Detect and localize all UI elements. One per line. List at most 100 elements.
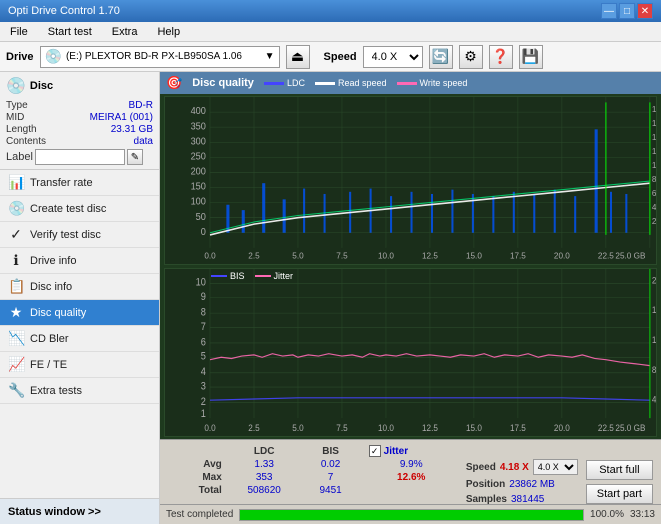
svg-text:10X: 10X: [652, 160, 656, 170]
speed-info-label: Speed: [466, 462, 496, 473]
drive-value: (E:) PLEXTOR BD-R PX-LB950SA 1.06: [66, 51, 242, 62]
legend-jitter: Jitter: [255, 271, 294, 281]
progress-bar: [239, 509, 584, 521]
svg-text:6: 6: [201, 337, 207, 349]
drive-dropdown-arrow[interactable]: ▼: [265, 51, 275, 62]
svg-text:0.0: 0.0: [204, 250, 216, 260]
nav-disc-quality[interactable]: ★ Disc quality: [0, 300, 159, 326]
position-label: Position: [466, 479, 505, 490]
disc-length-row: Length 23.31 GB: [6, 124, 153, 135]
bottom-status-bar: Test completed 100.0% 33:13: [160, 504, 661, 524]
svg-text:16X: 16X: [652, 118, 656, 128]
progress-bar-fill: [240, 510, 583, 520]
nav-drive-info[interactable]: ℹ Drive info: [0, 248, 159, 274]
maximize-button[interactable]: □: [619, 3, 635, 19]
svg-text:5.0: 5.0: [292, 250, 304, 260]
disc-info-icon: 📋: [8, 278, 24, 295]
stats-row-max: Max 353 7 12.6%: [168, 471, 458, 484]
speed-select[interactable]: 4.0 X 2.0 X 1.0 X: [363, 46, 423, 68]
disc-type-row: Type BD-R: [6, 100, 153, 111]
cd-bler-icon: 📉: [8, 330, 24, 347]
eject-button[interactable]: ⏏: [286, 45, 310, 69]
transfer-rate-icon: 📊: [8, 174, 24, 191]
minimize-button[interactable]: —: [601, 3, 617, 19]
disc-label-row: Label ✎: [6, 149, 153, 165]
main-layout: 💿 Disc Type BD-R MID MEIRA1 (001) Length…: [0, 72, 661, 524]
svg-text:150: 150: [191, 181, 206, 192]
svg-text:9: 9: [201, 291, 207, 303]
svg-text:22.5: 22.5: [598, 423, 614, 434]
position-value: 23862 MB: [509, 479, 555, 490]
start-part-button[interactable]: Start part: [586, 484, 653, 504]
drive-info-icon: ℹ: [8, 252, 24, 269]
svg-text:8%: 8%: [652, 364, 656, 375]
start-full-button[interactable]: Start full: [586, 460, 653, 480]
status-window-button[interactable]: Status window >>: [0, 498, 159, 524]
svg-text:300: 300: [191, 136, 206, 147]
stats-row-total: Total 508620 9451: [168, 484, 458, 497]
svg-text:2.5: 2.5: [248, 423, 259, 434]
svg-text:12%: 12%: [652, 334, 656, 345]
bottom-chart: BIS Jitter: [164, 268, 657, 437]
speed-label: Speed: [324, 51, 357, 63]
svg-text:10: 10: [196, 277, 207, 289]
svg-text:8X: 8X: [652, 174, 656, 184]
svg-text:1: 1: [201, 408, 207, 420]
disc-label-btn[interactable]: ✎: [127, 149, 143, 165]
svg-text:2X: 2X: [652, 216, 656, 226]
jitter-checkbox[interactable]: ✓: [369, 445, 381, 457]
menu-extra[interactable]: Extra: [106, 24, 144, 40]
disc-length-label: Length: [6, 124, 37, 135]
nav-fe-te[interactable]: 📈 FE / TE: [0, 352, 159, 378]
svg-text:10.0: 10.0: [378, 423, 394, 434]
svg-text:15.0: 15.0: [466, 250, 482, 260]
svg-text:0: 0: [201, 227, 206, 238]
col-ldc: LDC: [226, 444, 303, 458]
close-button[interactable]: ✕: [637, 3, 653, 19]
legend-write-speed: Write speed: [397, 78, 468, 88]
svg-text:200: 200: [191, 166, 206, 177]
disc-contents-label: Contents: [6, 136, 46, 147]
disc-label-input[interactable]: [35, 149, 125, 165]
nav-verify-test-disc[interactable]: ✓ Verify test disc: [0, 222, 159, 248]
nav-disc-info[interactable]: 📋 Disc info: [0, 274, 159, 300]
refresh-button[interactable]: 🔄: [429, 45, 453, 69]
svg-text:5.0: 5.0: [292, 423, 303, 434]
verify-test-disc-icon: ✓: [8, 226, 24, 243]
disc-panel-icon: 💿: [6, 76, 26, 96]
fe-te-icon: 📈: [8, 356, 24, 373]
disc-length-value: 23.31 GB: [111, 124, 153, 135]
disc-quality-header: 🎯 Disc quality LDC Read speed Write spee…: [160, 72, 661, 94]
svg-text:6X: 6X: [652, 188, 656, 198]
svg-text:100: 100: [191, 197, 206, 208]
jitter-label: Jitter: [384, 446, 408, 457]
svg-text:10.0: 10.0: [378, 250, 394, 260]
help-button[interactable]: ❓: [489, 45, 513, 69]
save-button[interactable]: 💾: [519, 45, 543, 69]
chart-legend-top: LDC Read speed Write speed: [264, 78, 467, 88]
disc-mid-row: MID MEIRA1 (001): [6, 112, 153, 123]
nav-items: 📊 Transfer rate 💿 Create test disc ✓ Ver…: [0, 170, 159, 404]
menu-file[interactable]: File: [4, 24, 34, 40]
extra-tests-icon: 🔧: [8, 382, 24, 399]
menu-help[interactable]: Help: [151, 24, 186, 40]
nav-cd-bler[interactable]: 📉 CD Bler: [0, 326, 159, 352]
settings-button[interactable]: ⚙: [459, 45, 483, 69]
nav-create-test-disc[interactable]: 💿 Create test disc: [0, 196, 159, 222]
jitter-legend-cell: ✓ Jitter: [359, 444, 458, 458]
progress-text: 100.0%: [590, 509, 624, 520]
bottom-chart-legend: BIS Jitter: [211, 271, 293, 281]
svg-text:2: 2: [201, 396, 207, 408]
menu-start-test[interactable]: Start test: [42, 24, 98, 40]
svg-text:20.0: 20.0: [554, 250, 570, 260]
create-test-disc-icon: 💿: [8, 200, 24, 217]
svg-text:20%: 20%: [652, 275, 656, 286]
top-chart: 400 350 300 250 200 150 100 50 0 18X 16X: [164, 96, 657, 265]
time-text: 33:13: [630, 509, 655, 520]
speed-info-select[interactable]: 4.0 X: [533, 459, 578, 475]
svg-text:5: 5: [201, 351, 207, 363]
nav-transfer-rate[interactable]: 📊 Transfer rate: [0, 170, 159, 196]
svg-text:3: 3: [201, 381, 207, 393]
svg-text:350: 350: [191, 121, 206, 132]
nav-extra-tests[interactable]: 🔧 Extra tests: [0, 378, 159, 404]
